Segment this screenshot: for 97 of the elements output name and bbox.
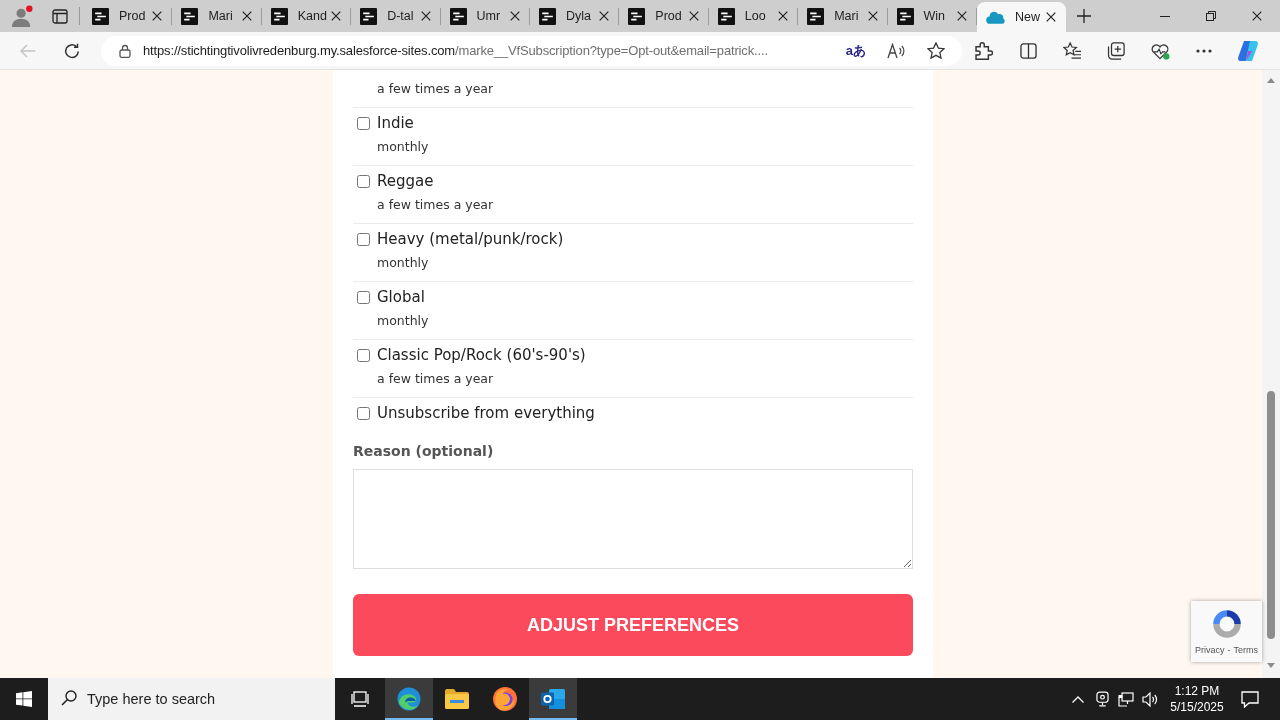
- close-icon[interactable]: [1252, 11, 1262, 21]
- option-label: Indie: [377, 114, 414, 132]
- frequency-text: a few times a year: [377, 370, 495, 388]
- windows-logo-icon[interactable]: [16, 691, 32, 707]
- browser-tab[interactable]: Kand: [261, 0, 352, 32]
- browser-tab[interactable]: Mari: [172, 0, 262, 32]
- page-icon: [181, 7, 199, 25]
- profile-avatar-icon[interactable]: [11, 5, 33, 27]
- refresh-icon[interactable]: [64, 42, 80, 59]
- browser-tab[interactable]: Prod: [83, 0, 173, 32]
- browser-tab[interactable]: Umr: [440, 0, 530, 32]
- frequency-text: monthly: [377, 138, 430, 156]
- webcam-icon[interactable]: [1095, 691, 1109, 707]
- copilot-icon[interactable]: [1237, 39, 1259, 62]
- close-icon[interactable]: [152, 11, 163, 21]
- privacy-link[interactable]: Privacy: [1195, 645, 1225, 655]
- scroll-down-icon[interactable]: [1267, 663, 1275, 668]
- close-icon[interactable]: [778, 11, 789, 21]
- puzzle-icon[interactable]: [975, 41, 993, 60]
- browser-tab[interactable]: D-tal: [351, 0, 441, 32]
- close-icon[interactable]: [241, 11, 252, 21]
- option-label: Reggae: [377, 172, 434, 190]
- chevron-up-icon[interactable]: [1072, 695, 1084, 703]
- close-icon[interactable]: [331, 11, 342, 21]
- star-icon[interactable]: [927, 42, 945, 59]
- browser-tab[interactable]: New: [976, 2, 1067, 32]
- option-label: Global: [377, 288, 425, 306]
- scrollbar-thumb[interactable]: [1267, 391, 1275, 639]
- close-icon[interactable]: [1046, 12, 1057, 22]
- browser-tab[interactable]: Dyla: [529, 0, 620, 32]
- new-tab-icon[interactable]: [1077, 9, 1092, 23]
- taskbar-button[interactable]: [529, 678, 577, 720]
- close-icon[interactable]: [420, 11, 431, 21]
- clock-time[interactable]: 1:12 PM: [1174, 683, 1220, 699]
- taskbar-button[interactable]: [385, 678, 433, 720]
- browser-icon[interactable]: [397, 687, 421, 711]
- favorites-icon[interactable]: [1062, 42, 1082, 59]
- minimize-icon[interactable]: [1160, 15, 1170, 17]
- link-separator: -: [1227, 645, 1231, 655]
- page-icon: [92, 7, 109, 25]
- frequency-text: monthly: [377, 254, 430, 272]
- page-icon: [628, 7, 646, 25]
- speaker-icon[interactable]: [1142, 691, 1158, 707]
- translate-button[interactable]: aあ: [845, 41, 866, 60]
- collections-icon[interactable]: [1107, 41, 1125, 60]
- checkbox[interactable]: [357, 348, 370, 362]
- restore-icon[interactable]: [1206, 11, 1216, 21]
- frequency-text: monthly: [377, 312, 430, 330]
- read-aloud-icon[interactable]: [887, 42, 905, 59]
- frequency-text: a few times a year: [377, 80, 495, 98]
- network-icon[interactable]: [1118, 691, 1134, 707]
- search-field[interactable]: Type here to search: [48, 678, 335, 720]
- page-icon: [449, 7, 467, 25]
- tab-actions-icon[interactable]: [52, 8, 68, 24]
- checkbox[interactable]: [357, 232, 370, 246]
- close-icon[interactable]: [688, 11, 699, 21]
- url-text[interactable]: https://stichtingtivolivredenburg.my.salesforce-sites.com/marke__VfSubscription?type=Opt-out&email=patrick....: [143, 43, 838, 58]
- scrollbar[interactable]: [1262, 70, 1280, 678]
- page-icon: [896, 7, 914, 25]
- task-view-icon[interactable]: [351, 690, 369, 708]
- checkbox[interactable]: [357, 116, 370, 130]
- close-icon[interactable]: [867, 11, 878, 21]
- notification-icon[interactable]: [1241, 690, 1259, 708]
- close-icon[interactable]: [509, 11, 520, 21]
- page-icon: [717, 7, 735, 25]
- cloud-icon: [985, 10, 1005, 24]
- frequency-text: a few times a year: [377, 196, 495, 214]
- heart-pulse-icon[interactable]: [1150, 41, 1170, 60]
- folder-icon[interactable]: [445, 689, 469, 709]
- flame-globe-icon[interactable]: [493, 687, 517, 711]
- terms-link[interactable]: Terms: [1233, 645, 1258, 655]
- browser-tab[interactable]: Mari: [798, 0, 888, 32]
- field-label: Reason (optional): [353, 443, 495, 459]
- mail-app-icon[interactable]: [541, 687, 565, 711]
- close-icon[interactable]: [599, 11, 610, 21]
- checkbox[interactable]: [357, 174, 370, 188]
- browser-tab[interactable]: Win: [887, 0, 977, 32]
- browser-tab[interactable]: Prod: [619, 0, 709, 32]
- option-label: Unsubscribe from everything: [377, 404, 595, 422]
- option-label: Classic Pop/Rock (60's-90's): [377, 346, 586, 364]
- split-screen-icon[interactable]: [1019, 42, 1037, 59]
- lock-icon[interactable]: [119, 43, 131, 58]
- page-icon: [270, 7, 288, 25]
- checkbox[interactable]: [357, 290, 370, 304]
- address-field[interactable]: https://stichtingtivolivredenburg.my.salesforce-sites.com/marke__VfSubscription?type=Opt-out&email=patrick.... aあ: [101, 35, 962, 66]
- clock-date[interactable]: 5/15/2025: [1170, 699, 1224, 715]
- page-icon: [807, 7, 825, 25]
- checkbox[interactable]: [357, 406, 370, 420]
- option-label: Heavy (metal/punk/rock): [377, 230, 564, 248]
- browser-tab[interactable]: Loo: [708, 0, 799, 32]
- search-icon[interactable]: [61, 690, 77, 706]
- reason-field[interactable]: [353, 469, 913, 569]
- close-icon[interactable]: [956, 11, 967, 21]
- scroll-up-icon[interactable]: [1267, 78, 1275, 83]
- page-icon: [538, 7, 556, 25]
- page-icon: [360, 7, 378, 25]
- more-icon[interactable]: [1196, 48, 1212, 53]
